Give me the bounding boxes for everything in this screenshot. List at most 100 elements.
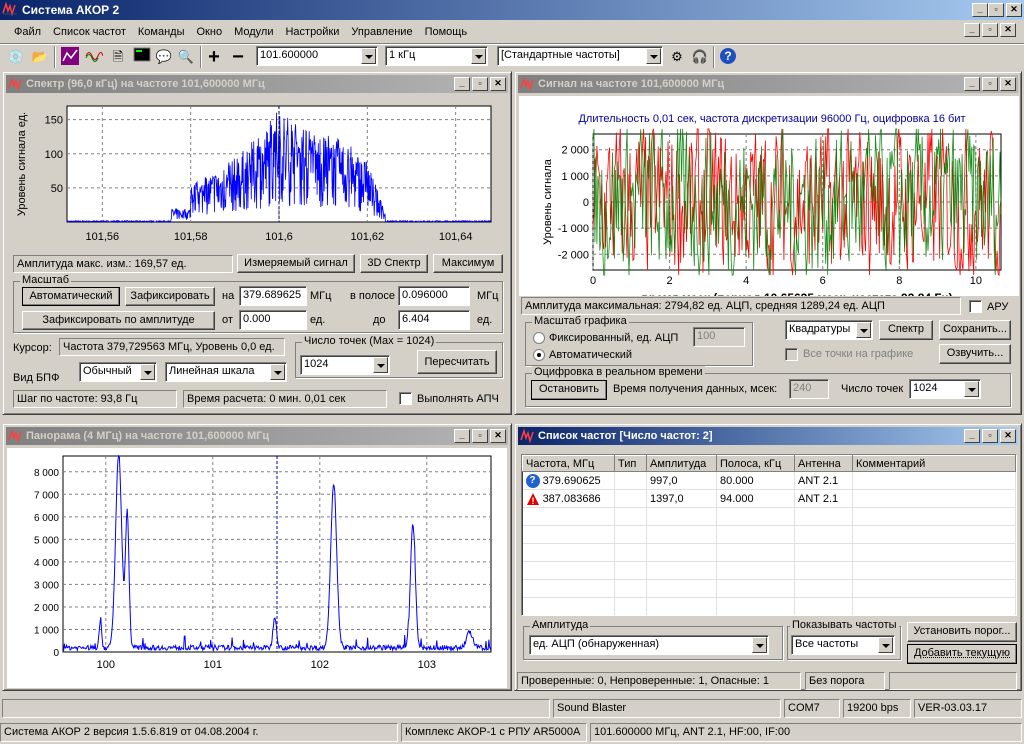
col-type[interactable]: Тип <box>614 455 647 472</box>
stop-button[interactable]: Остановить <box>531 380 607 400</box>
col-antenna[interactable]: Антенна <box>794 455 853 472</box>
agc-label: АРУ <box>987 301 1009 313</box>
save-button[interactable]: Сохранить... <box>939 320 1011 340</box>
panorama-window-icon <box>8 428 24 444</box>
menu-control[interactable]: Управление <box>345 23 418 41</box>
spectrum-title: Спектр (96,0 кГц) на частоте 101,600000 … <box>26 78 265 90</box>
menu-window[interactable]: Окно <box>191 23 229 41</box>
fft-type-combo[interactable]: Обычный <box>79 362 157 382</box>
mode-combo[interactable]: Квадратуры <box>785 320 873 340</box>
app-titlebar: Система АКОР 2 _ ▫ ✕ <box>0 0 1024 20</box>
panorama-window: Панорама (4 МГц) на частоте 101,600000 М… <box>2 423 512 691</box>
magnifier-icon[interactable]: 🔍 <box>176 47 196 67</box>
from-label: от <box>222 314 233 326</box>
signal-spectrum-button[interactable]: Спектр <box>879 320 933 340</box>
spectrum-maximize-button[interactable]: ▫ <box>472 77 488 91</box>
plus-icon[interactable]: + <box>204 47 224 67</box>
panorama-y-tick: 3 000 <box>34 580 59 591</box>
menu-help[interactable]: Помощь <box>419 23 474 41</box>
chat-icon[interactable]: 💬 <box>154 47 174 67</box>
spectrum-points-combo[interactable]: 1024 <box>300 355 390 375</box>
amp-to-input[interactable]: 6.404 <box>398 310 470 330</box>
step-combo[interactable]: 1 кГц <box>385 46 488 66</box>
col-freq[interactable]: Частота, МГц <box>522 455 615 472</box>
all-points-checkbox[interactable] <box>785 348 798 361</box>
spectrum-close-button[interactable]: ✕ <box>490 77 506 91</box>
table-row[interactable]: ! 387.083686 1397,0 94.000 ANT 2.1 <box>522 489 1016 508</box>
scale-type-combo[interactable]: Линейная шкала <box>165 362 287 382</box>
auto-scale-radio[interactable] <box>533 349 545 361</box>
help-icon[interactable]: ? <box>718 47 738 67</box>
disk-icon[interactable]: 💿 <box>6 47 26 67</box>
menu-file[interactable]: Файл <box>8 23 47 41</box>
band-label: в полосе <box>350 290 396 302</box>
agc-checkbox[interactable] <box>969 300 982 313</box>
band-input[interactable]: 0.096000 <box>398 286 470 306</box>
signal-points-combo[interactable]: 1024 <box>909 379 981 399</box>
amp-type-combo[interactable]: ед. АЦП (обнаруженная) <box>529 635 769 655</box>
close-button[interactable]: ✕ <box>1006 3 1022 17</box>
signal-tool-icon[interactable] <box>84 47 104 67</box>
panorama-chart[interactable]: 100 101 102 103 1 000 2 000 3 000 4 000 5 000 6 0… <box>7 448 507 688</box>
minus-icon[interactable]: − <box>228 47 248 67</box>
menu-settings[interactable]: Настройки <box>279 23 345 41</box>
maximum-button[interactable]: Максимум <box>433 254 503 273</box>
freqlist-close-button[interactable]: ✕ <box>1000 429 1016 443</box>
amp-from-input[interactable]: 0.000 <box>239 310 307 330</box>
menu-modules[interactable]: Модули <box>228 23 279 41</box>
fixed-scale-radio[interactable] <box>533 332 545 344</box>
center-freq-input[interactable]: 379.689625 <box>239 286 307 306</box>
fix-scale-button[interactable]: Зафиксировать <box>125 287 215 306</box>
col-comment[interactable]: Комментарий <box>852 455 1016 472</box>
col-amp[interactable]: Амплитуда <box>646 455 717 472</box>
spectrum-minimize-button[interactable]: _ <box>454 77 470 91</box>
voice-button[interactable]: Озвучить... <box>939 344 1011 364</box>
freqlist-maximize-button[interactable]: ▫ <box>982 429 998 443</box>
signal-maximize-button[interactable]: ▫ <box>982 77 998 91</box>
mdi-minimize-button[interactable]: _ <box>964 23 980 37</box>
mdi-close-button[interactable]: ✕ <box>1000 23 1016 37</box>
app-title: Система АКОР 2 <box>22 3 120 17</box>
table-row[interactable]: ? 379.690625 997,0 80.000 ANT 2.1 <box>522 471 1016 490</box>
add-current-button[interactable]: Добавить текущую <box>907 644 1017 664</box>
col-band[interactable]: Полоса, кГц <box>716 455 795 472</box>
panorama-close-button[interactable]: ✕ <box>490 429 506 443</box>
acq-time-input[interactable]: 240 <box>789 379 829 399</box>
spectrum-chart[interactable]: 101,56 101,58 101,6 101,62 101,64 50 100 150 Уро… <box>11 98 505 248</box>
fix-amplitude-button[interactable]: Зафиксировать по амплитуде <box>22 311 215 330</box>
mdi-controls: _ ▫ ✕ <box>964 23 1020 41</box>
measured-signal-button[interactable]: Измеряемый сигнал <box>237 254 355 273</box>
menu-commands[interactable]: Команды <box>132 23 191 41</box>
gear-icon[interactable]: ⚙ <box>667 47 687 67</box>
signal-y-tick: 1 000 <box>561 171 589 183</box>
recalc-button[interactable]: Пересчитать <box>417 350 497 374</box>
auto-scale-button[interactable]: Автоматический <box>22 287 120 306</box>
set-threshold-button[interactable]: Установить порог... <box>907 622 1017 642</box>
minimize-button[interactable]: _ <box>972 3 988 17</box>
fixed-scale-input[interactable]: 100 <box>693 327 745 347</box>
signal-close-button[interactable]: ✕ <box>1000 77 1016 91</box>
panorama-title: Панорама (4 МГц) на частоте 101,600000 М… <box>26 430 270 442</box>
spectrum-tool-icon[interactable] <box>60 47 80 67</box>
listen-icon[interactable]: 🎧 <box>690 47 710 67</box>
freqlist-minimize-button[interactable]: _ <box>964 429 980 443</box>
signal-chart[interactable]: Длительность 0,01 сек, частота дискретиз… <box>519 96 1019 296</box>
frequency-combo[interactable]: 101.600000 <box>256 46 378 66</box>
document-icon[interactable]: 🗎 <box>108 47 128 67</box>
menu-freq-list[interactable]: Список частот <box>47 23 132 41</box>
spectrum-3d-button[interactable]: 3D Спектр <box>360 254 428 273</box>
panorama-maximize-button[interactable]: ▫ <box>472 429 488 443</box>
show-freq-combo[interactable]: Все частоты <box>791 635 895 655</box>
spectrum-y-label: Уровень сигнала ед. <box>16 112 28 216</box>
panorama-minimize-button[interactable]: _ <box>454 429 470 443</box>
afc-checkbox[interactable] <box>399 392 412 405</box>
maximize-button[interactable]: ▫ <box>988 3 1004 17</box>
terminal-icon[interactable] <box>132 47 152 67</box>
signal-minimize-button[interactable]: _ <box>964 77 980 91</box>
svg-text:?: ? <box>724 49 731 63</box>
open-folder-icon[interactable]: 📂 <box>30 47 50 67</box>
freq-set-combo[interactable]: [Стандартные частоты] <box>497 46 663 66</box>
panorama-y-tick: 1 000 <box>34 625 59 636</box>
mdi-restore-button[interactable]: ▫ <box>982 23 998 37</box>
menubar: Файл Список частот Команды Окно Модули Настро… <box>8 23 473 41</box>
